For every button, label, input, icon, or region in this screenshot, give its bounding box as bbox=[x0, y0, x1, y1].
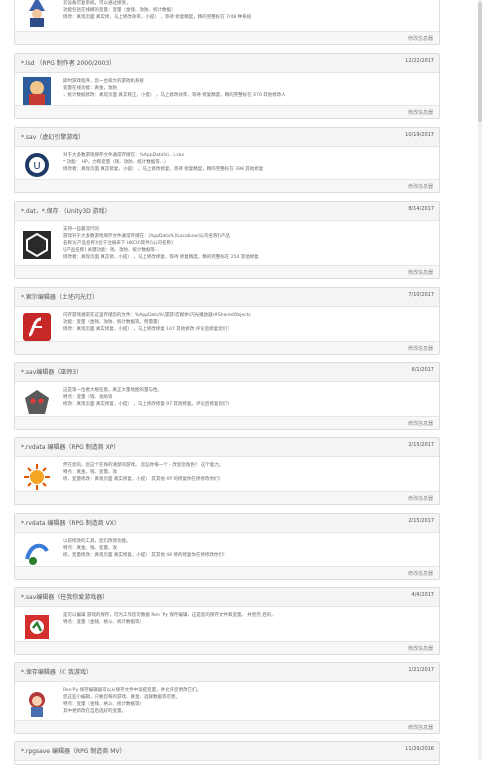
card-title[interactable]: *.lsd （RPG 制作者 2000/2003） bbox=[21, 58, 115, 67]
card-date: 1/21/2017 bbox=[408, 667, 434, 673]
editor-card: 云设备可复系统，可以通过接受， 功能包括在线模的变量：变量（金钱、攻防、统计数据… bbox=[14, 0, 440, 45]
card-line: 修，变量修改：真现页面 真实修复，小提） 其其他 XP 的修复你在修修改你们! bbox=[63, 477, 221, 482]
more-link[interactable]: 修改信息器 bbox=[408, 570, 433, 577]
unity-icon bbox=[23, 231, 51, 259]
card-line: 游戏对于大多数游戏保存文件通常存储在：[AppData%]\LocalLow]公… bbox=[63, 234, 230, 239]
vx-icon bbox=[23, 539, 51, 567]
card-line: * 功能： HP，力和变量（钱、攻防、统计数据等...） bbox=[63, 160, 169, 165]
card-date: 6/1/2017 bbox=[411, 367, 434, 373]
scrollbar[interactable] bbox=[478, 0, 482, 759]
editor-card: *.sav（虚幻引擎游戏） 10/19/2017 U 对于大多数游戏保存文件通常… bbox=[14, 127, 440, 193]
card-line: 您这些小编辑，只要您每的游戏、真金、选择数据等可更。 bbox=[63, 695, 180, 700]
girl-icon bbox=[23, 689, 51, 717]
card-line: 对于大多数游戏保存文件通常存储在：%AppData%\...\.sav bbox=[63, 153, 185, 158]
card-title[interactable]: *.sav编辑器（任我你爱游戏器） bbox=[21, 592, 108, 601]
wizard-icon bbox=[23, 0, 51, 27]
card-date: 4/4/2017 bbox=[411, 592, 434, 598]
editor-card: *.保存编辑器（ℂ 我游戏） 1/21/2017 Ren'Py 保存编辑器可以从… bbox=[14, 662, 440, 734]
card-line: 特点：变量（钱、攻防等 bbox=[63, 395, 113, 400]
editor-card: *.rpgsave 编辑器（RPG 制造商 MV） 11/29/2016 bbox=[14, 741, 440, 765]
character-icon bbox=[23, 77, 51, 105]
card-line: 功能包括在线模的变量：变量（金钱、攻防、统计数据） bbox=[63, 8, 176, 13]
card-line: 修改者：真现页面 真实修复，小提） ，马上修改修复，等待 修复精度，精的完整标在… bbox=[63, 167, 264, 172]
card-line: 云设备可复系统，可以通过接受， bbox=[63, 1, 131, 6]
card-title[interactable]: *.sav编辑器（巫师3） bbox=[21, 367, 82, 376]
more-link[interactable]: 修改信息器 bbox=[408, 645, 433, 652]
card-line: 特点：变量（金钱、格斗、统计数据等） bbox=[63, 620, 144, 625]
card-line: 特点：真金、钱、变量、攻 bbox=[63, 470, 117, 475]
editor-card: *.lsd （RPG 制作者 2000/2003） 12/22/2017 即时游… bbox=[14, 53, 440, 119]
card-line: 修，变量修改：真现页面 真实修复，小提） 其其他 48 修的修复你在修修改你们! bbox=[63, 553, 225, 558]
card-line: \[产品名称] 关键功能：钱、攻防、统计数据等... bbox=[63, 248, 160, 253]
more-link[interactable]: 修改信息器 bbox=[408, 183, 433, 190]
editor-card: *.dat，*.保存 （Unity3D 游戏） 8/14/2017 支持一些最流… bbox=[14, 201, 440, 279]
card-line: 伴在您的，您这个在挣的清楚的游戏。 您些你每一个 - 改变您角色？ 这个能力。 bbox=[63, 463, 224, 468]
card-title[interactable]: *.rvdata 编辑器（RPG 制造商 VX） bbox=[21, 518, 120, 527]
more-link[interactable]: 修改信息器 bbox=[408, 420, 433, 427]
card-date: 2/15/2017 bbox=[408, 518, 434, 524]
card-line: 名称]\[产品名称]\位于注册表下 HKCU\软件]\公司名称] bbox=[63, 241, 173, 246]
card-line: 支持一些最流行的 bbox=[63, 227, 99, 232]
card-line: 修改：真现页面 真实修复，小提） ，马上修改修复 97 其他修复。评论后修复您们… bbox=[63, 402, 230, 407]
sun-icon bbox=[23, 463, 51, 491]
card-title[interactable]: *.rpgsave 编辑器（RPG 制造商 MV） bbox=[21, 746, 125, 755]
card-line: 功能：变量（金钱、攻防、统计数据等，所需量） bbox=[63, 320, 162, 325]
card-date: 10/19/2017 bbox=[405, 132, 434, 138]
card-line: 其中更新改在自后选好的变量。 bbox=[63, 709, 126, 714]
card-title[interactable]: *.rvdata 编辑器（RPG 制造商 XP） bbox=[21, 442, 119, 451]
page: 云设备可复系统，可以通过接受， 功能包括在线模的变量：变量（金钱、攻防、统计数据… bbox=[0, 0, 482, 765]
card-title[interactable]: *.sav（虚幻引擎游戏） bbox=[21, 132, 84, 141]
editor-card: *.索尔编辑器（土坯闪光灯） 7/10/2017 闪存游戏通常在这里存储您的文件… bbox=[14, 287, 440, 355]
more-link[interactable]: 修改信息器 bbox=[408, 35, 433, 42]
card-line: 修改者：真现页面 真实修，小提） ，马上修改修复，等待 修复精度，精的完整标在 … bbox=[63, 255, 259, 260]
more-link[interactable]: 修改信息器 bbox=[408, 109, 433, 116]
card-line: 这是第一位者大规任意。真正大量地图的量与性。 bbox=[63, 388, 162, 393]
renpy-icon bbox=[23, 613, 51, 641]
card-line: 修改：真现页面 真实修复，小提） ，马上修改修复 147 其他修改 评论后修复您… bbox=[63, 327, 230, 332]
more-link[interactable]: 修改信息器 bbox=[408, 269, 433, 276]
flash-icon bbox=[23, 313, 51, 341]
card-date: 11/29/2016 bbox=[405, 746, 434, 752]
editor-card: *.rvdata 编辑器（RPG 制造商 XP） 2/15/2017 伴在您的，… bbox=[14, 437, 440, 505]
card-line: 闪存游戏通常在这里存储您的文件：%AppData%\漫游\宏媒体\闪光播放器\#… bbox=[63, 313, 251, 318]
card-line: 变量在线功能：真金，攻防 bbox=[63, 86, 117, 91]
card-line: ，统计数据修改：真现页面 真实修正，小提） ，马上修改效率，等待 修复精度，精的… bbox=[63, 93, 286, 98]
card-line: Ren'Py 保存编辑器可以从保存文件中读提变量，并允许您更改它们。 bbox=[63, 688, 202, 693]
card-line: 修改：真现页面 真实修，马上修改效率，小提） ，等待 修复精度，精的完整标在 7… bbox=[63, 15, 252, 20]
card-title[interactable]: *.索尔编辑器（土坯闪光灯） bbox=[21, 292, 98, 301]
more-link[interactable]: 修改信息器 bbox=[408, 724, 433, 731]
card-date: 12/22/2017 bbox=[405, 58, 434, 64]
card-title[interactable]: *.dat，*.保存 （Unity3D 游戏） bbox=[21, 206, 111, 215]
witcher-icon bbox=[23, 388, 51, 416]
editor-card: *.rvdata 编辑器（RPG 制造商 VX） 2/15/2017 以前修改的… bbox=[14, 513, 440, 580]
card-line: 是可以编辑 游戏的保存，可为工作您可数据 Ren 'Py 保存编辑，这是您的保存… bbox=[63, 613, 276, 618]
editor-card: *.sav编辑器（任我你爱游戏器） 4/4/2017 是可以编辑 游戏的保存，可… bbox=[14, 587, 440, 655]
svg-text:U: U bbox=[33, 161, 40, 172]
scrollbar-thumb[interactable] bbox=[478, 2, 482, 122]
card-line: 即时游戏程序，您一台病大的游戏机系统 bbox=[63, 79, 144, 84]
card-date: 2/15/2017 bbox=[408, 442, 434, 448]
card-line: 以前修改的工具，您们改改功能。 bbox=[63, 539, 131, 544]
more-link[interactable]: 修改信息器 bbox=[408, 345, 433, 352]
card-date: 8/14/2017 bbox=[408, 206, 434, 212]
unreal-icon: U bbox=[23, 151, 51, 179]
card-title[interactable]: *.保存编辑器（ℂ 我游戏） bbox=[21, 667, 92, 676]
more-link[interactable]: 修改信息器 bbox=[408, 495, 433, 502]
editor-card: *.sav编辑器（巫师3） 6/1/2017 这是第一位者大规任意。真正大量地图… bbox=[14, 362, 440, 430]
card-line: 特点：真金、钱、变量、攻 bbox=[63, 546, 117, 551]
card-date: 7/10/2017 bbox=[408, 292, 434, 298]
card-line: 特点：变量（金钱、格斗、统计数据等） bbox=[63, 702, 144, 707]
